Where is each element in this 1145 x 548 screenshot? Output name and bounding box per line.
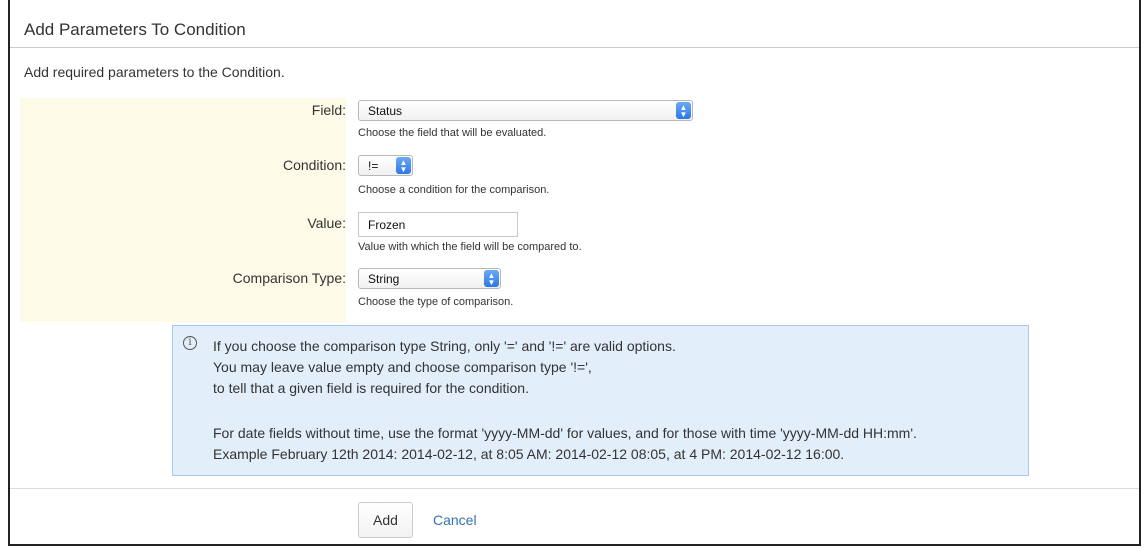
dialog-header: Add Parameters To Condition (10, 0, 1139, 48)
value-label: Value: (307, 215, 346, 231)
field-select[interactable]: Status ▲ ▼ (358, 100, 693, 121)
footer-divider (10, 488, 1139, 489)
info-line: For date fields without time, use the fo… (213, 425, 917, 441)
select-arrows-icon: ▲ ▼ (676, 102, 691, 119)
dialog-intro: Add required parameters to the Condition… (24, 64, 285, 80)
comparison-type-label: Comparison Type: (232, 270, 346, 286)
dialog-title: Add Parameters To Condition (24, 20, 246, 39)
field-description: Choose the field that will be evaluated. (358, 127, 547, 139)
condition-label: Condition: (282, 157, 346, 173)
condition-select-value: != (368, 159, 379, 173)
field-label: Field: (311, 102, 346, 118)
info-line: You may leave value empty and choose com… (213, 359, 592, 375)
info-icon: i (183, 336, 197, 350)
field-select-value: Status (368, 104, 403, 118)
info-line: If you choose the comparison type String… (213, 338, 676, 354)
comparison-type-select-value: String (368, 272, 400, 286)
cancel-link[interactable]: Cancel (433, 512, 477, 528)
comparison-type-select[interactable]: String ▲ ▼ (358, 268, 501, 289)
add-button[interactable]: Add (358, 502, 413, 538)
info-message: i If you choose the comparison type Stri… (172, 325, 1029, 476)
form-highlight-band (20, 98, 346, 322)
value-input[interactable]: Frozen (358, 212, 518, 237)
condition-select[interactable]: != ▲ ▼ (358, 155, 413, 176)
select-arrows-icon: ▲ ▼ (484, 270, 499, 287)
info-line: to tell that a given field is required f… (213, 380, 529, 396)
value-description: Value with which the field will be compa… (358, 241, 582, 253)
condition-description: Choose a condition for the comparison. (358, 184, 550, 196)
comparison-type-description: Choose the type of comparison. (358, 296, 514, 308)
select-arrows-icon: ▲ ▼ (396, 157, 411, 174)
info-line: Example February 12th 2014: 2014-02-12, … (213, 446, 845, 462)
